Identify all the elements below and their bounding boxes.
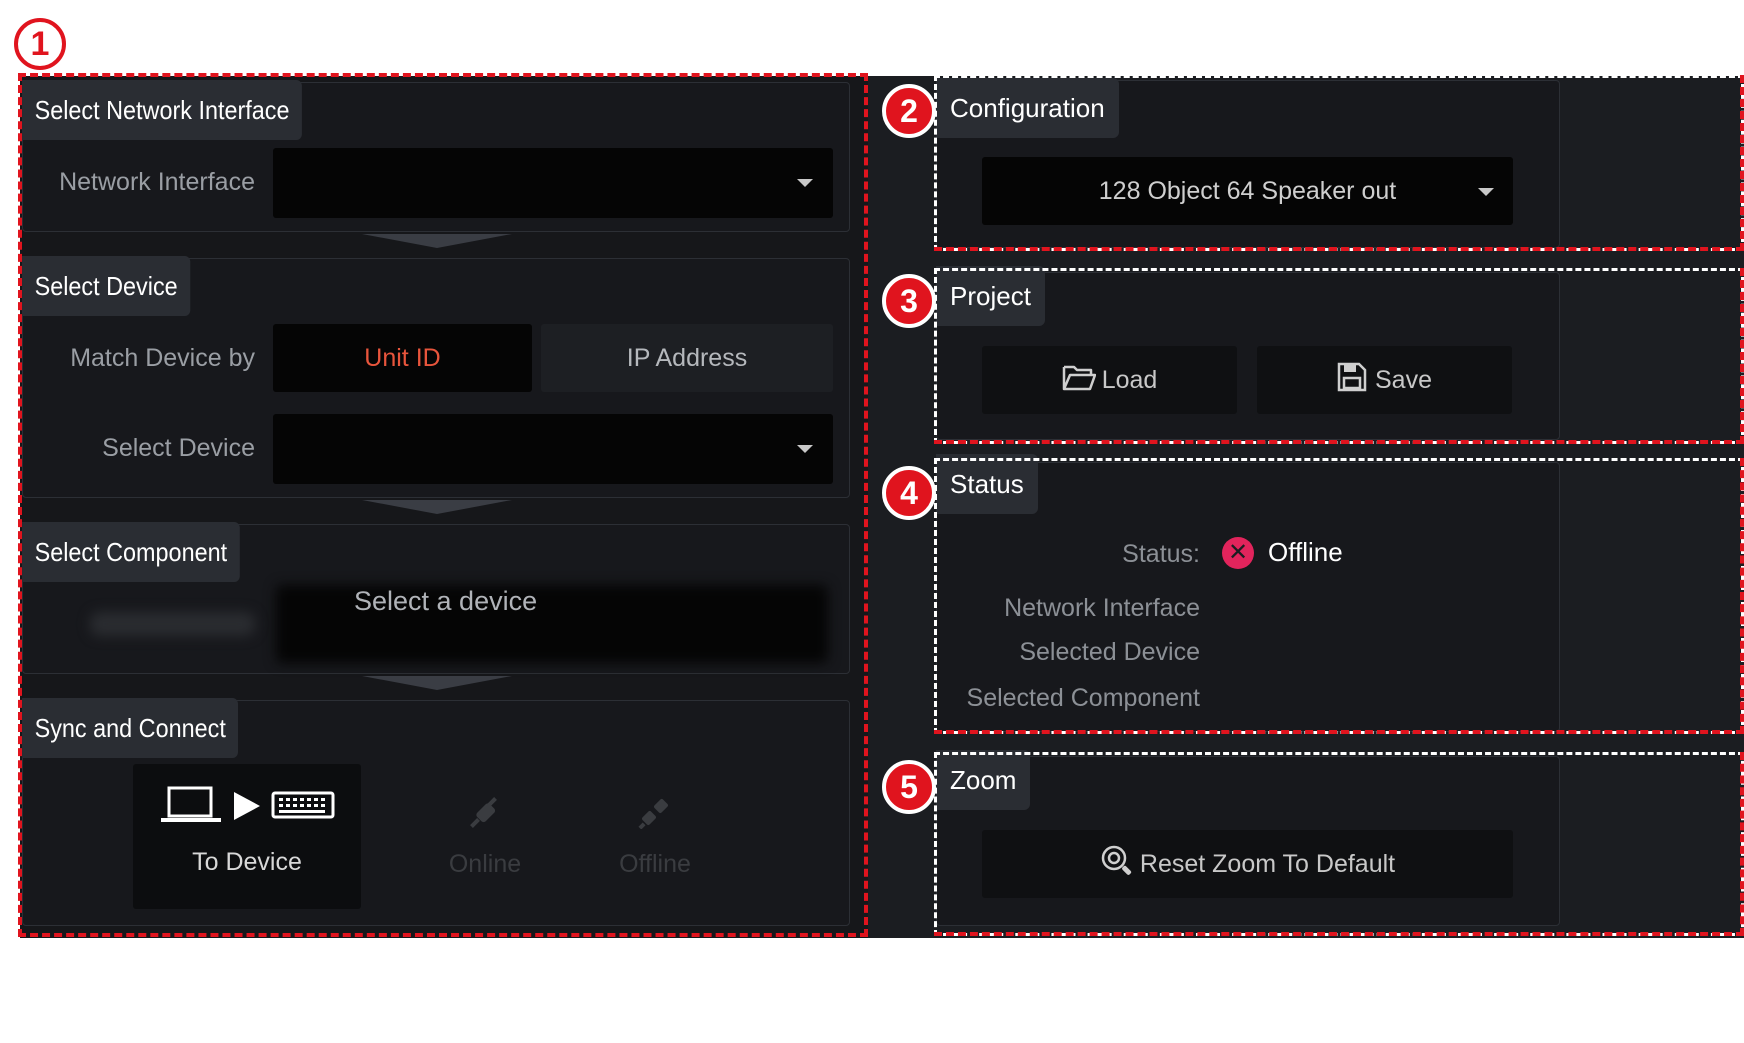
annotation-region-1 <box>18 73 868 937</box>
annotation-badge-1: 1 <box>14 18 66 70</box>
annotation-region-4 <box>934 458 1744 734</box>
annotation-region-2 <box>934 75 1744 251</box>
annotation-badge-3: 3 <box>882 274 936 328</box>
annotation-badge-2: 2 <box>882 84 936 138</box>
annotation-badge-4: 4 <box>882 466 936 520</box>
annotation-region-3 <box>934 268 1744 444</box>
annotation-badge-5: 5 <box>882 760 936 814</box>
annotation-region-5 <box>934 752 1744 936</box>
